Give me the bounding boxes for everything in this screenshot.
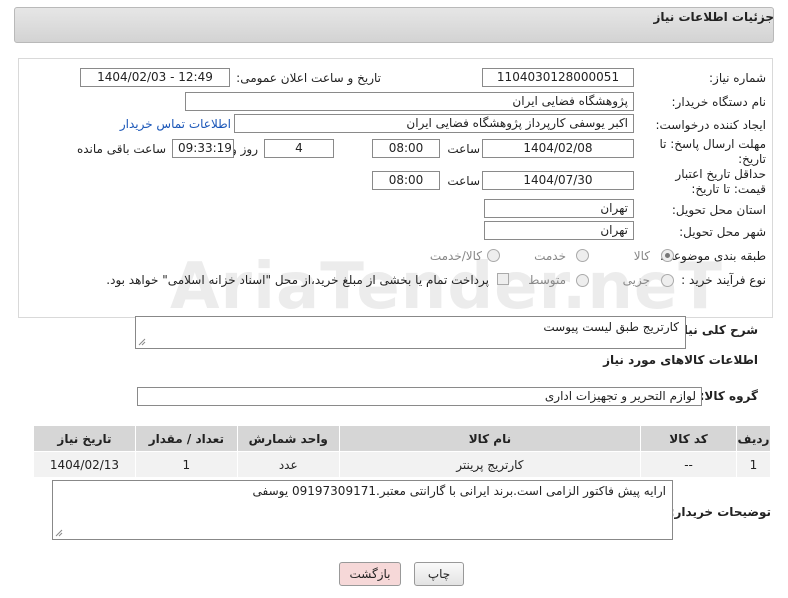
category-radio-service[interactable] xyxy=(576,249,589,262)
province-label: استان محل تحویل: xyxy=(671,203,766,217)
buyer-notes-field: ارایه پیش فاکتور الزامی است.برند ایرانی … xyxy=(52,480,673,540)
cell-unit: عدد xyxy=(236,451,340,478)
page-title: جزئیات اطلاعات نیاز xyxy=(653,10,774,24)
remaining-time-label: ساعت باقی مانده xyxy=(76,142,166,156)
buyer-org-field: پژوهشگاه فضایی ایران xyxy=(185,92,634,111)
goods-group-label: گروه کالا: xyxy=(699,389,758,403)
buyer-notes-label: توضیحات خریدار: xyxy=(669,505,771,519)
goods-section-title: اطلاعات کالاهای مورد نیاز xyxy=(603,353,758,367)
cell-item-name: کارتریج پرینتر xyxy=(338,451,642,478)
reply-time-field: 08:00 xyxy=(372,139,440,158)
category-label: طبقه بندی موضوعی: xyxy=(659,249,766,263)
col-item-name: نام کالا xyxy=(338,425,642,452)
col-unit: واحد شمارش xyxy=(236,425,340,452)
buyer-org-label: نام دستگاه خریدار: xyxy=(671,95,767,109)
treasury-payment-checkbox[interactable] xyxy=(497,273,509,285)
price-validity-time-label: ساعت xyxy=(447,174,480,188)
goods-table: تاریخ نیاز تعداد / مقدار واحد شمارش نام … xyxy=(33,425,772,478)
back-button[interactable]: بازگشت xyxy=(339,562,401,586)
remaining-time-field: 09:33:19 xyxy=(172,139,234,158)
days-label: روز و xyxy=(231,142,258,156)
price-validity-time-field: 08:00 xyxy=(372,171,440,190)
cell-quantity: 1 xyxy=(134,451,238,478)
category-radio-goods[interactable] xyxy=(661,249,674,262)
reply-deadline-label: مهلت ارسال پاسخ: تا تاریخ: xyxy=(659,137,766,166)
summary-text: کارتریج طبق لیست پیوست xyxy=(543,320,679,334)
table-row: 1404/02/13 1 عدد کارتریج پرینتر -- 1 xyxy=(33,451,772,478)
reply-date-field: 1404/02/08 xyxy=(482,139,634,158)
category-option-goods: کالا xyxy=(633,249,650,263)
need-number-field: 1104030128000051 xyxy=(482,68,634,87)
col-need-date: تاریخ نیاز xyxy=(33,425,136,452)
cell-row-index: 1 xyxy=(735,451,772,478)
creator-label: ایجاد کننده درخواست: xyxy=(655,118,766,132)
buyer-contact-link[interactable]: اطلاعات تماس خریدار xyxy=(120,117,231,131)
process-type-label: نوع فرآیند خرید : xyxy=(681,273,766,287)
treasury-payment-note: پرداخت تمام یا بخشی از مبلغ خرید،از محل … xyxy=(106,273,489,287)
summary-field: کارتریج طبق لیست پیوست xyxy=(135,316,686,349)
price-validity-label: حداقل تاریخ اعتبار قیمت: تا تاریخ: xyxy=(675,167,766,196)
category-option-goods-service: کالا/خدمت xyxy=(429,249,482,263)
print-button[interactable]: چاپ xyxy=(414,562,464,586)
city-field: تهران xyxy=(484,221,634,240)
category-option-service: خدمت xyxy=(534,249,566,263)
col-row-index: ردیف xyxy=(735,425,772,452)
process-option-minor: جزیی xyxy=(622,273,650,287)
resize-grip-icon[interactable] xyxy=(55,529,63,537)
col-quantity: تعداد / مقدار xyxy=(134,425,238,452)
reply-time-label: ساعت xyxy=(447,142,480,156)
process-radio-minor[interactable] xyxy=(661,274,674,287)
cell-item-code: -- xyxy=(640,451,737,478)
resize-grip-icon[interactable] xyxy=(138,338,146,346)
city-label: شهر محل تحویل: xyxy=(679,225,766,239)
need-number-label: شماره نیاز: xyxy=(709,71,766,85)
creator-field: اکبر یوسفی کارپرداز پژوهشگاه فضایی ایران xyxy=(234,114,634,133)
process-radio-medium[interactable] xyxy=(576,274,589,287)
process-option-medium: متوسط xyxy=(528,273,566,287)
goods-table-header: تاریخ نیاز تعداد / مقدار واحد شمارش نام … xyxy=(33,425,772,452)
goods-group-field: لوازم التحریر و تجهیزات اداری xyxy=(137,387,702,406)
buyer-notes-text: ارایه پیش فاکتور الزامی است.برند ایرانی … xyxy=(252,484,666,498)
category-radio-goods-service[interactable] xyxy=(487,249,500,262)
days-remaining-field: 4 xyxy=(264,139,334,158)
cell-need-date: 1404/02/13 xyxy=(33,451,136,478)
announce-label: تاریخ و ساعت اعلان عمومی: xyxy=(236,71,381,85)
price-validity-date-field: 1404/07/30 xyxy=(482,171,634,190)
announce-date-field: 1404/02/03 - 12:49 xyxy=(80,68,230,87)
col-item-code: کد کالا xyxy=(640,425,737,452)
province-field: تهران xyxy=(484,199,634,218)
